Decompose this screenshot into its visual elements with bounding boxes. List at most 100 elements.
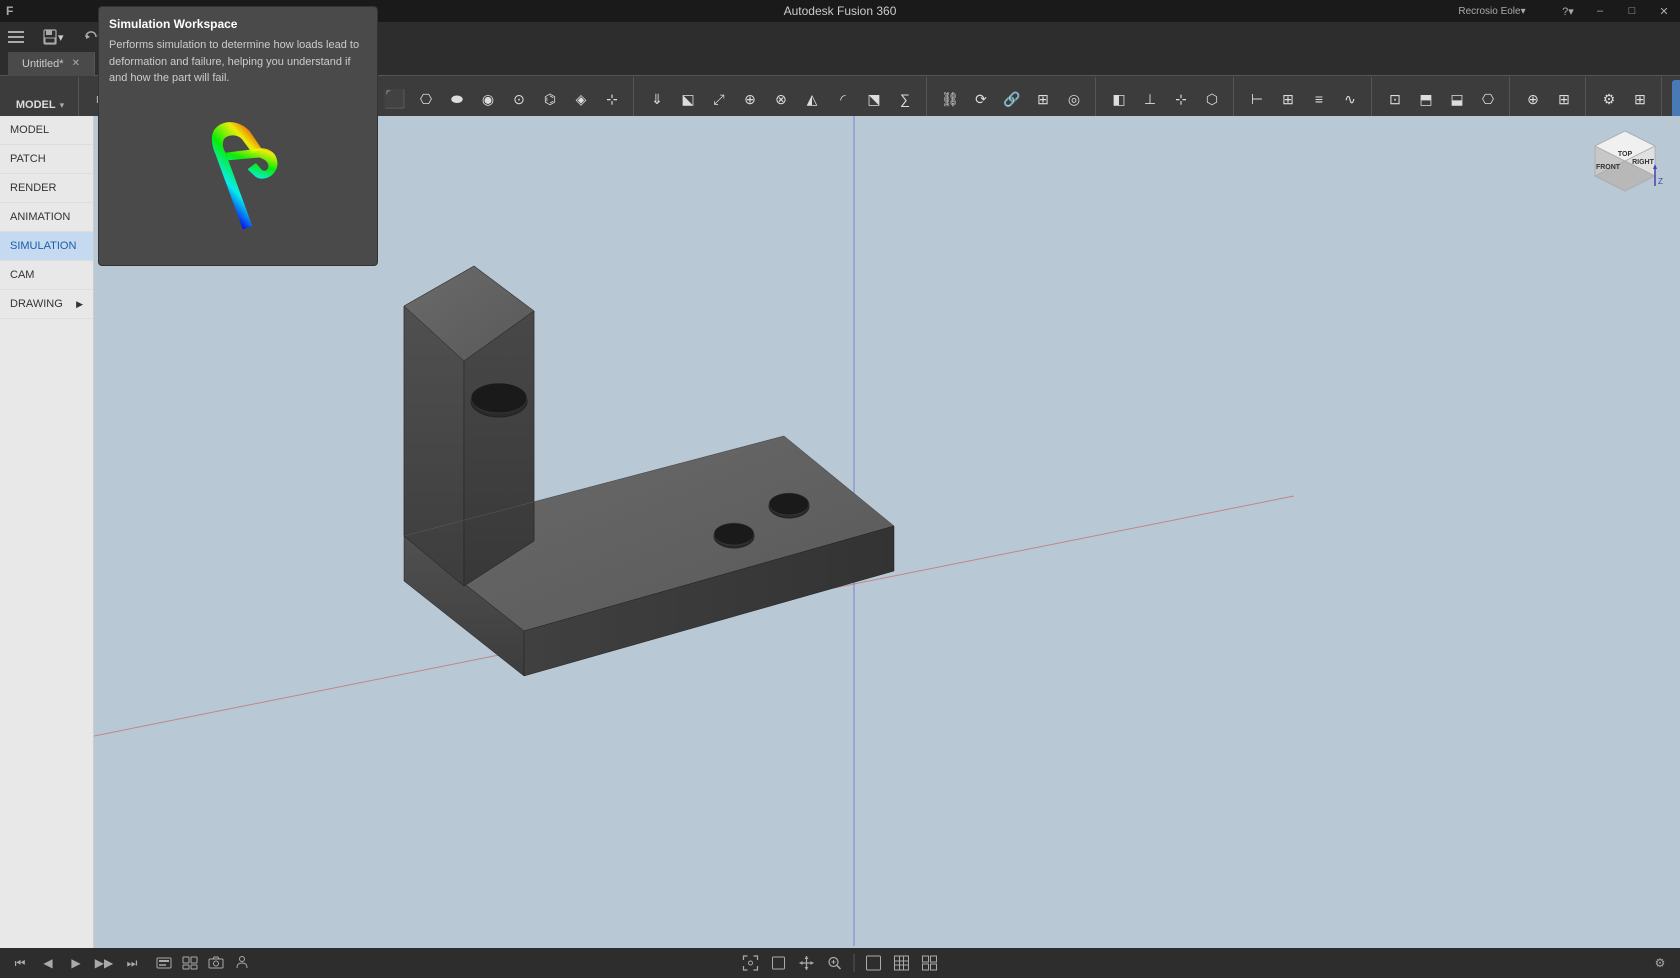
addins-scripts-btn[interactable]: ⚙	[1594, 82, 1624, 116]
modify-combine-btn[interactable]: ⊕	[735, 82, 765, 116]
make-3dprint-btn[interactable]: ⊕	[1518, 82, 1548, 116]
insert-svg-btn[interactable]: ⬒	[1411, 82, 1441, 116]
create-box-btn[interactable]: ⬛	[380, 82, 410, 116]
assemble-contact-btn[interactable]: ⊞	[1028, 82, 1058, 116]
viewport-controls	[739, 952, 942, 974]
view-cube[interactable]: TOP FRONT RIGHT Z	[1585, 126, 1665, 206]
construct-buttons: ◧ ⊥ ⊹ ⬡	[1104, 82, 1227, 116]
svg-text:Z: Z	[1658, 177, 1663, 186]
svg-text:TOP: TOP	[1618, 151, 1633, 158]
playback-start-btn[interactable]: ⏮	[8, 952, 32, 974]
zoom-btn[interactable]	[823, 952, 847, 974]
tooltip-text: Performs simulation to determine how loa…	[109, 37, 367, 87]
create-mesh-btn[interactable]: ⎔	[411, 82, 441, 116]
make-send-btn[interactable]: ⊞	[1549, 82, 1579, 116]
addins-buttons: ⚙ ⊞	[1594, 82, 1655, 116]
inspect-buttons: ⊢ ⊞ ≡ ∿	[1242, 82, 1365, 116]
construct-axis-btn[interactable]: ⊥	[1135, 82, 1165, 116]
construct-point-btn[interactable]: ⊹	[1166, 82, 1196, 116]
assemble-rigid-btn[interactable]: 🔗	[997, 82, 1027, 116]
playback-end-btn[interactable]: ⏭	[120, 952, 144, 974]
create-pipe-btn[interactable]: ⌬	[535, 82, 565, 116]
addins-store-btn[interactable]: ⊞	[1625, 82, 1655, 116]
camera-btn[interactable]	[204, 952, 228, 974]
playback-controls: ⏮ ◀ ▶ ▶▶ ⏭	[8, 952, 254, 974]
inspect-section-btn[interactable]: ⊞	[1273, 82, 1303, 116]
select-btn[interactable]	[1672, 80, 1680, 118]
workspace-patch[interactable]: PATCH	[0, 145, 93, 174]
create-sweep-btn[interactable]: ⊹	[597, 82, 627, 116]
playback-play-btn[interactable]: ▶	[64, 952, 88, 974]
grid-display-btn[interactable]	[890, 952, 914, 974]
create-sphere-btn[interactable]: ◉	[473, 82, 503, 116]
app-menu-btn[interactable]	[0, 22, 32, 52]
workspace-animation[interactable]: ANIMATION	[0, 203, 93, 232]
construct-midplane-btn[interactable]: ⬡	[1197, 82, 1227, 116]
construct-plane-btn[interactable]: ◧	[1104, 82, 1134, 116]
modify-scale-btn[interactable]: ⤢	[704, 82, 734, 116]
modify-press-btn[interactable]: ⇓	[642, 82, 672, 116]
select-buttons	[1672, 80, 1680, 118]
multi-view-btn[interactable]	[918, 952, 942, 974]
modify-chamfer-btn[interactable]: ⬔	[859, 82, 889, 116]
divider	[854, 954, 855, 972]
part-3d-view[interactable]	[334, 216, 954, 716]
modify-draft-btn[interactable]: ◭	[797, 82, 827, 116]
window-controls: Recrosio Eole ▾ ?▾ – □ ✕	[1432, 0, 1680, 22]
create-loft-btn[interactable]: ◈	[566, 82, 596, 116]
workspace-model[interactable]: MODEL	[0, 116, 93, 145]
modify-fillet-btn[interactable]: ◜	[828, 82, 858, 116]
insert-dxf-btn[interactable]: ⬓	[1442, 82, 1472, 116]
workspace-drawing[interactable]: DRAWING ▶	[0, 290, 93, 319]
timeline-view-btn[interactable]	[152, 952, 176, 974]
modify-shell-btn[interactable]: ⬕	[673, 82, 703, 116]
storyboard-btn[interactable]	[178, 952, 202, 974]
left-panel: MODEL PATCH RENDER ANIMATION SIMULATION …	[0, 116, 94, 948]
help-btn[interactable]: ?▾	[1552, 0, 1584, 22]
user-menu-btn[interactable]: Recrosio Eole ▾	[1432, 0, 1552, 22]
svg-text:RIGHT: RIGHT	[1632, 159, 1655, 166]
settings-controls: ⚙	[1648, 952, 1672, 974]
timeline-icons	[152, 952, 254, 974]
assemble-motion-btn[interactable]: ⟳	[966, 82, 996, 116]
orbit-btn[interactable]	[767, 952, 791, 974]
insert-canvas-btn[interactable]: ⊡	[1380, 82, 1410, 116]
workspace-render[interactable]: RENDER	[0, 174, 93, 203]
inspect-zebra-btn[interactable]: ≡	[1304, 82, 1334, 116]
view-cube-svg[interactable]: TOP FRONT RIGHT Z	[1585, 126, 1665, 206]
workspace-simulation[interactable]: SIMULATION	[0, 232, 93, 261]
insert-buttons: ⊡ ⬒ ⬓ ⎔	[1380, 82, 1503, 116]
close-btn[interactable]: ✕	[1648, 0, 1680, 22]
fit-view-btn[interactable]	[739, 952, 763, 974]
assemble-buttons: ⛓ ⟳ 🔗 ⊞ ◎	[935, 82, 1089, 116]
workspace-cam[interactable]: CAM	[0, 261, 93, 290]
create-cyl-btn[interactable]: ⬬	[442, 82, 472, 116]
untitled-tab[interactable]: Untitled* ✕	[8, 52, 95, 76]
minimize-btn[interactable]: –	[1584, 0, 1616, 22]
modify-split-btn[interactable]: ⊗	[766, 82, 796, 116]
status-bar: ⏮ ◀ ▶ ▶▶ ⏭	[0, 948, 1680, 978]
inspect-curv-btn[interactable]: ∿	[1335, 82, 1365, 116]
modify-sigma-btn[interactable]: ∑	[890, 82, 920, 116]
tab-close-btn[interactable]: ✕	[72, 58, 80, 69]
make-buttons: ⊕ ⊞	[1518, 82, 1579, 116]
save-btn[interactable]: ▾	[32, 22, 74, 52]
modify-buttons: ⇓ ⬕ ⤢ ⊕ ⊗ ◭ ◜ ⬔ ∑	[642, 82, 920, 116]
insert-decal-btn[interactable]: ⎔	[1473, 82, 1503, 116]
tooltip-image	[178, 95, 298, 255]
pan-btn[interactable]	[795, 952, 819, 974]
assemble-drive-btn[interactable]: ◎	[1059, 82, 1089, 116]
maximize-btn[interactable]: □	[1616, 0, 1648, 22]
playback-next-btn[interactable]: ▶▶	[92, 952, 116, 974]
title-bar-text: Autodesk Fusion 360	[784, 4, 897, 18]
inspect-measure-btn[interactable]: ⊢	[1242, 82, 1272, 116]
window-icon: F	[6, 4, 13, 18]
playback-prev-btn[interactable]: ◀	[36, 952, 60, 974]
assemble-joint-btn[interactable]: ⛓	[935, 82, 965, 116]
tooltip-title: Simulation Workspace	[109, 17, 367, 31]
create-buttons: ⬛ ⎔ ⬬ ◉ ⊙ ⌬ ◈ ⊹	[380, 82, 627, 116]
settings-btn[interactable]: ⚙	[1648, 952, 1672, 974]
person-btn[interactable]	[230, 952, 254, 974]
display-settings-btn[interactable]	[862, 952, 886, 974]
create-torus-btn[interactable]: ⊙	[504, 82, 534, 116]
